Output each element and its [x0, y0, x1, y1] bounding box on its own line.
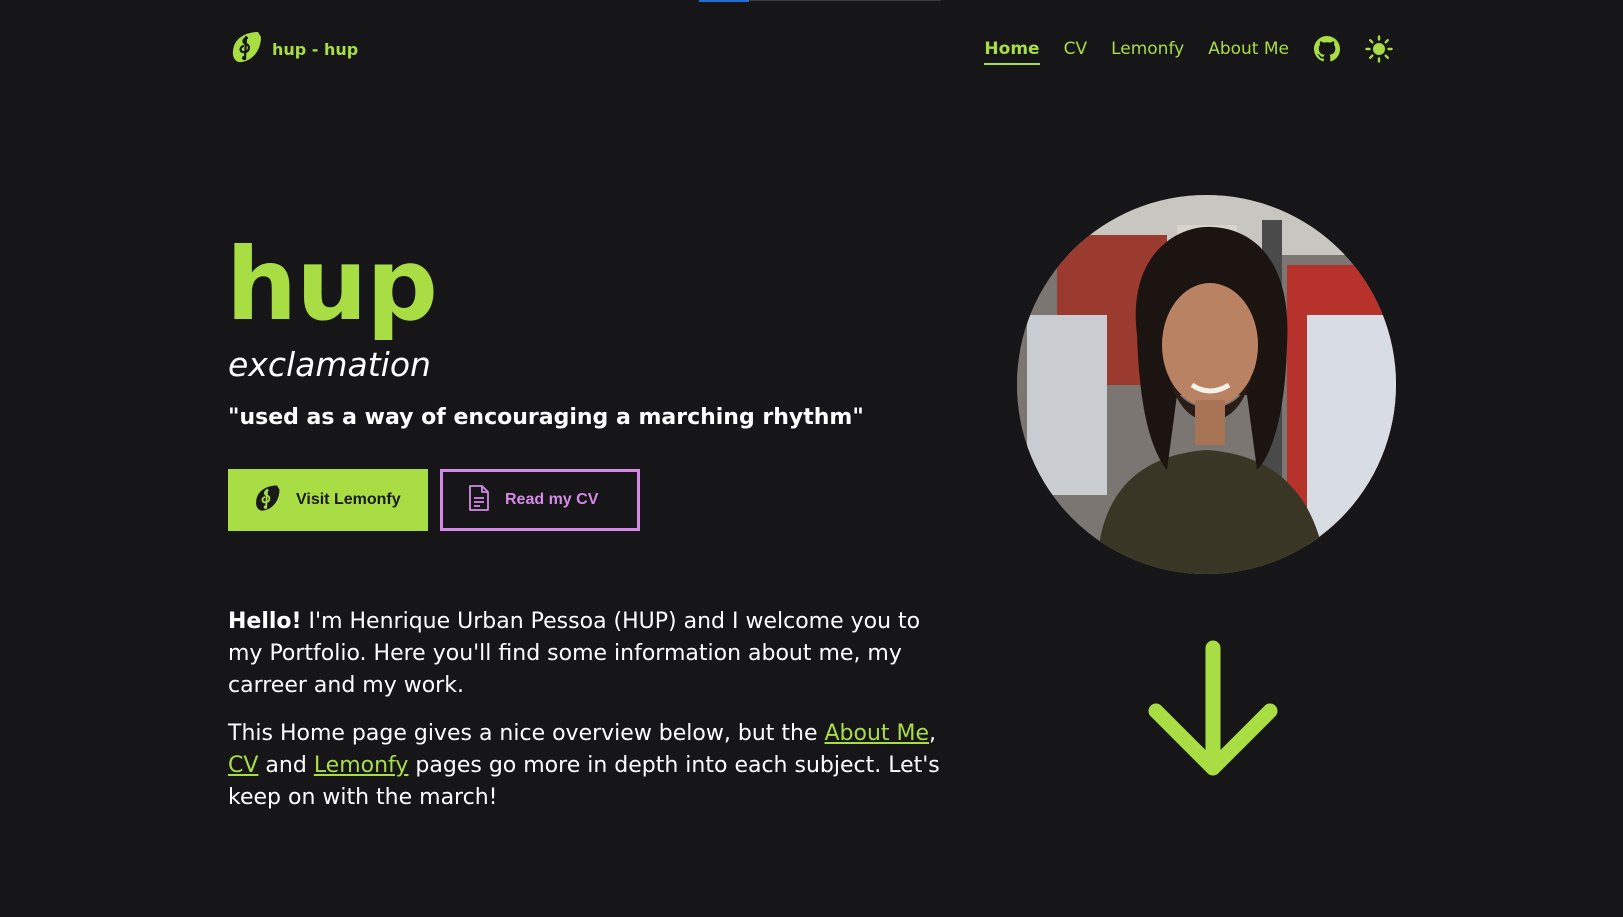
arrow-down-icon[interactable]	[1148, 640, 1278, 780]
intro-paragraph-1: Hello! I'm Henrique Urban Pessoa (HUP) a…	[228, 606, 948, 702]
visit-lemonfy-button[interactable]: Visit Lemonfy	[228, 469, 428, 531]
intro-text: Hello! I'm Henrique Urban Pessoa (HUP) a…	[228, 606, 948, 830]
main-nav: Home CV Lemonfy About Me	[984, 30, 1393, 68]
page: hup - hup Home CV Lemonfy About Me hup e…	[0, 0, 1623, 917]
hero-quote: "used as a way of encouraging a marching…	[228, 405, 864, 430]
brand-name: hup - hup	[272, 39, 359, 59]
intro-paragraph-2-text: This Home page gives a nice overview bel…	[228, 721, 825, 746]
lemon-logo-icon	[228, 29, 264, 69]
intro-and: and	[258, 753, 314, 778]
nav-item-about-me[interactable]: About Me	[1208, 35, 1289, 63]
cv-link[interactable]: CV	[228, 753, 258, 778]
hero-title: hup	[226, 226, 438, 343]
top-progress-bar	[699, 0, 941, 2]
read-cv-button[interactable]: Read my CV	[440, 469, 640, 531]
visit-lemonfy-label: Visit Lemonfy	[296, 491, 401, 508]
intro-paragraph-1-text: I'm Henrique Urban Pessoa (HUP) and I we…	[228, 609, 921, 698]
intro-paragraph-2: This Home page gives a nice overview bel…	[228, 718, 948, 814]
github-icon[interactable]	[1313, 35, 1341, 63]
nav-item-cv[interactable]: CV	[1064, 35, 1088, 63]
document-icon	[467, 484, 491, 517]
profile-photo	[1017, 195, 1396, 574]
lemon-logo-icon	[252, 483, 282, 518]
brand-link[interactable]: hup - hup	[228, 31, 358, 67]
intro-comma: ,	[929, 721, 937, 746]
about-me-link[interactable]: About Me	[824, 721, 929, 746]
nav-item-lemonfy[interactable]: Lemonfy	[1111, 35, 1184, 63]
hero-subtitle: exclamation	[228, 345, 431, 384]
nav-item-home[interactable]: Home	[984, 35, 1040, 65]
read-cv-label: Read my CV	[505, 491, 599, 508]
lemonfy-link[interactable]: Lemonfy	[314, 753, 409, 778]
sun-icon[interactable]	[1365, 35, 1393, 63]
intro-greeting: Hello!	[228, 609, 302, 634]
